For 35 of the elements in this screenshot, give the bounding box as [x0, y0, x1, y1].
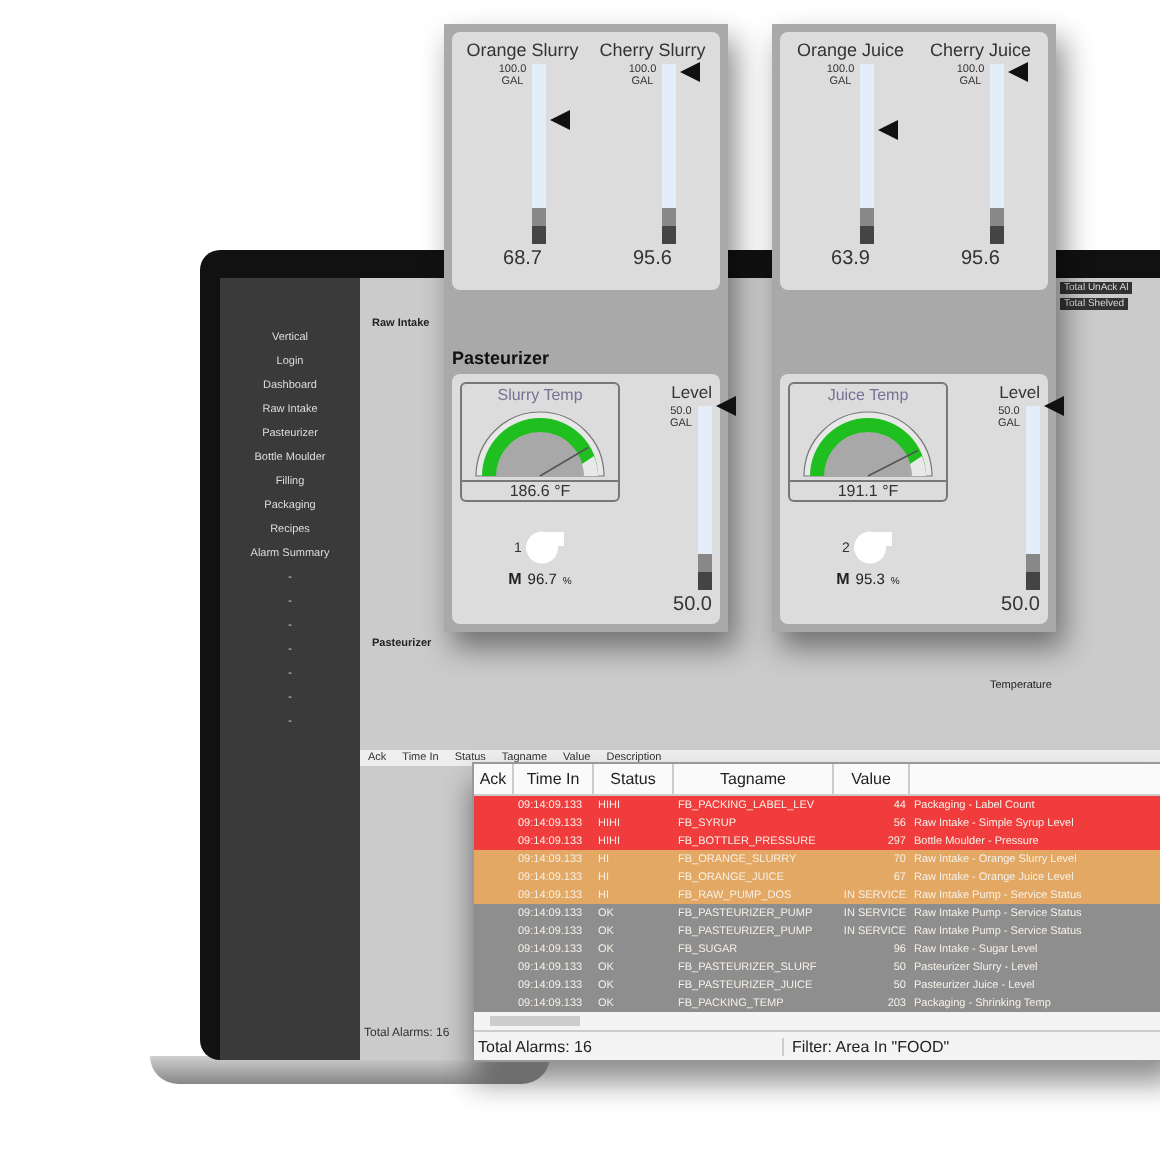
pump-mode: M	[508, 570, 522, 588]
tank-reading: 50.0	[1001, 594, 1040, 616]
gauge-reading: 186.6 °F	[462, 480, 618, 500]
tank-reading: 95.6	[633, 248, 672, 270]
alarm-total: Total Alarms: 16	[474, 1037, 784, 1055]
gauge-reading: 191.1 °F	[790, 480, 946, 500]
column-header[interactable]: Value	[834, 764, 910, 794]
filter-label: Filter: Area In "FOOD"	[790, 1037, 950, 1055]
tank-reading: 50.0	[673, 594, 712, 616]
tank-bottom-segment	[532, 208, 547, 244]
pump-icon	[853, 530, 894, 566]
tank-name: Orange Juice	[796, 40, 905, 60]
level-title: Level	[999, 382, 1040, 402]
column-header[interactable]: Time In	[514, 764, 594, 794]
column-header[interactable]: Tagname	[674, 764, 834, 794]
tank-name: Cherry Juice	[929, 40, 1031, 60]
scrollbar-thumb[interactable]	[490, 1016, 580, 1026]
column-header[interactable]: Status	[594, 764, 674, 794]
tank-name: Orange Slurry	[466, 40, 579, 60]
level-title: Level	[671, 382, 712, 402]
tank-bottom-segment	[860, 208, 875, 244]
section-title: Pasteurizer	[452, 348, 550, 368]
tank-reading: 68.7	[503, 248, 542, 270]
tank-name: Cherry Slurry	[599, 40, 706, 60]
column-header[interactable]: Ack	[474, 764, 514, 794]
pump-mode: M	[836, 570, 850, 588]
tank-reading: 63.9	[831, 248, 870, 270]
gauge-title: Juice Temp	[827, 386, 909, 404]
tank-bottom-segment	[698, 554, 712, 590]
tank-bottom-segment	[662, 208, 677, 244]
tank-bottom-segment	[990, 208, 1005, 244]
gauge-title: Slurry Temp	[497, 386, 583, 404]
tank-bottom-segment	[1026, 554, 1040, 590]
pump-icon	[525, 530, 566, 566]
tank-reading: 95.6	[961, 248, 1000, 270]
